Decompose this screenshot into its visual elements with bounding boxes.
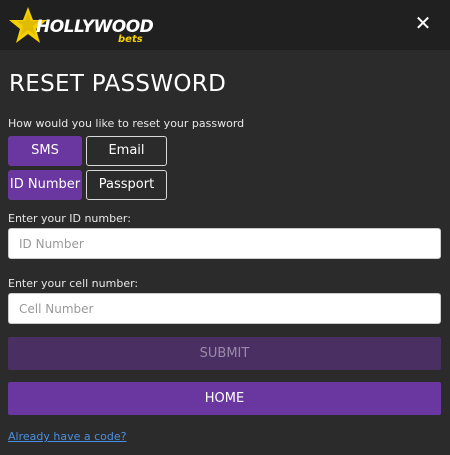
- already-have-code-link[interactable]: Already have a code?: [8, 430, 126, 443]
- page-title: RESET PASSWORD: [9, 71, 227, 97]
- email-option-button[interactable]: Email: [86, 136, 167, 166]
- id-number-option-button[interactable]: ID Number: [8, 170, 82, 200]
- cell-number-input[interactable]: [8, 293, 441, 324]
- cell-number-label: Enter your cell number:: [8, 277, 139, 290]
- submit-button[interactable]: SUBMIT: [8, 337, 441, 370]
- home-button[interactable]: HOME: [8, 382, 441, 415]
- passport-option-button[interactable]: Passport: [86, 170, 167, 200]
- id-number-label: Enter your ID number:: [8, 212, 131, 225]
- header: HOLLYWOOD bets ✕: [0, 0, 450, 50]
- logo-subtext: bets: [118, 34, 143, 45]
- hollywoodbets-logo[interactable]: HOLLYWOOD bets: [6, 5, 154, 47]
- id-number-input[interactable]: [8, 228, 441, 259]
- sms-option-button[interactable]: SMS: [8, 136, 82, 166]
- close-icon[interactable]: ✕: [414, 13, 432, 33]
- reset-method-label: How would you like to reset your passwor…: [8, 117, 245, 130]
